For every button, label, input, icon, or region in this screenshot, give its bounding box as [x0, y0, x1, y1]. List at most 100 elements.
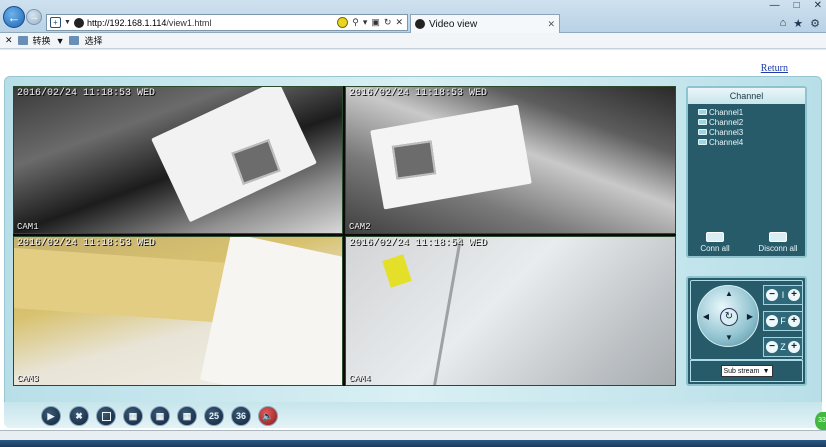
compatibility-icon[interactable]: [337, 17, 349, 28]
search-icon[interactable]: ⚲: [352, 17, 359, 28]
camera-view-1[interactable]: 2016/02/24 11:18:53 WED CAM1: [13, 86, 343, 234]
arrow-left-icon: ←: [7, 9, 21, 25]
iris-control: − I +: [763, 285, 803, 305]
plus-icon[interactable]: +: [788, 315, 800, 327]
arrow-down-icon[interactable]: ▼: [724, 333, 734, 343]
chevron-down-icon[interactable]: ▾: [363, 17, 368, 28]
speaker-mute-icon: 🔈: [262, 410, 274, 421]
disconn-all-button[interactable]: Disconn all: [753, 232, 803, 253]
layout-1-icon: [101, 411, 111, 421]
return-link[interactable]: Return: [761, 63, 788, 74]
refresh-icon[interactable]: ↻: [384, 17, 392, 28]
scene-object: [382, 254, 412, 288]
camera-view-2[interactable]: 2016/02/24 11:18:53 WED CAM2: [345, 86, 676, 234]
star-icon[interactable]: ★: [793, 17, 803, 30]
channel-item-1[interactable]: Channel1: [698, 107, 805, 117]
maximize-icon[interactable]: □: [794, 0, 800, 11]
chevron-down-icon[interactable]: ▼: [64, 19, 71, 26]
camera-timestamp: 2016/02/24 11:18:53 WED: [17, 238, 156, 249]
site-icon: +: [50, 17, 61, 28]
conn-all-button[interactable]: Conn all: [690, 232, 740, 253]
browser-status-bar: [0, 430, 826, 440]
arrow-right-icon: →: [29, 11, 39, 23]
stream-select[interactable]: Sub stream ▼: [720, 365, 773, 377]
scene-object: [14, 247, 226, 323]
home-icon[interactable]: ⌂: [780, 17, 787, 30]
camera-timestamp: 2016/02/24 11:18:53 WED: [17, 88, 156, 99]
record-button[interactable]: ▶: [41, 406, 61, 426]
notification-badge[interactable]: 33: [815, 412, 826, 430]
url-text[interactable]: http://192.168.1.114/view1.html: [87, 18, 337, 28]
camera-timestamp: 2016/02/24 11:18:53 WED: [349, 88, 488, 99]
layout-4-button[interactable]: ▦: [123, 406, 143, 426]
layout-16-button[interactable]: ▦: [177, 406, 197, 426]
camera-label: CAM3: [17, 374, 39, 384]
page-favicon-icon: [73, 17, 84, 28]
connect-icon: [706, 232, 724, 242]
ptz-panel: ▲ ▼ ◀ ▶ ↻ − I + − F + − Z + Sub stream ▼: [686, 276, 807, 386]
camera-label: CAM1: [17, 222, 39, 232]
camera-view-3[interactable]: 2016/02/24 11:18:53 WED CAM3: [13, 236, 343, 386]
select-button[interactable]: 选择: [84, 34, 102, 47]
clapper-icon: ▶: [47, 410, 55, 421]
layout-1-button[interactable]: [96, 406, 116, 426]
minus-icon[interactable]: −: [766, 315, 778, 327]
minus-icon[interactable]: −: [766, 289, 778, 301]
tab-video-view[interactable]: Video view ✕: [410, 14, 560, 33]
tab-favicon-icon: [415, 19, 425, 29]
layout-4-icon: ▦: [128, 410, 138, 421]
scene-object: [200, 237, 342, 385]
layout-36-button[interactable]: 36: [231, 406, 251, 426]
camera-icon: [698, 109, 707, 115]
channel-panel: Channel Channel1 Channel2 Channel3 Chann…: [686, 86, 807, 258]
channel-list: Channel1 Channel2 Channel3 Channel4: [688, 104, 805, 147]
channel-panel-title: Channel: [688, 88, 805, 104]
layout-9-button[interactable]: ▦: [150, 406, 170, 426]
gear-icon[interactable]: ⚙: [810, 17, 820, 30]
convert-icon: [17, 36, 28, 45]
camera-icon: [698, 119, 707, 125]
convert-button[interactable]: 转换: [33, 34, 51, 47]
scene-object: [432, 237, 463, 385]
camera-icon: [698, 139, 707, 145]
browser-chrome: ← → + ▼ http://192.168.1.114/view1.html …: [0, 0, 826, 33]
os-taskbar: [0, 440, 826, 447]
layout-25-button[interactable]: 25: [204, 406, 224, 426]
chevron-down-icon[interactable]: ▼: [56, 36, 65, 46]
arrow-left-icon[interactable]: ◀: [701, 312, 711, 322]
camera-view-4[interactable]: 2016/02/24 11:18:54 WED CAM4: [345, 236, 676, 386]
close-icon[interactable]: ✕: [5, 35, 13, 46]
camera-icon: [698, 129, 707, 135]
tab-title: Video view: [429, 18, 478, 30]
mute-button[interactable]: 🔈: [258, 406, 278, 426]
tools-icon: ✖: [75, 410, 83, 421]
auto-rotate-icon[interactable]: ↻: [720, 308, 738, 326]
command-bar: ✕ 转换 ▼ 选择: [0, 33, 826, 49]
channel-item-4[interactable]: Channel4: [698, 137, 805, 147]
plus-icon[interactable]: +: [788, 341, 800, 353]
zoom-control: − Z +: [763, 337, 803, 357]
layout-9-icon: ▦: [155, 410, 165, 421]
forward-button[interactable]: →: [26, 9, 42, 25]
focus-control: − F +: [763, 311, 803, 331]
bottom-toolbar: ▶ ✖ ▦ ▦ ▦ 25 36 🔈: [4, 402, 822, 428]
minimize-icon[interactable]: —: [770, 0, 780, 11]
back-button[interactable]: ←: [3, 6, 25, 28]
settings-button[interactable]: ✖: [69, 406, 89, 426]
close-icon[interactable]: ✕: [395, 17, 403, 28]
lock-icon[interactable]: ▣: [371, 17, 380, 28]
arrow-up-icon[interactable]: ▲: [724, 289, 734, 299]
channel-item-3[interactable]: Channel3: [698, 127, 805, 137]
camera-label: CAM4: [349, 374, 371, 384]
plus-icon[interactable]: +: [787, 289, 800, 301]
arrow-right-icon[interactable]: ▶: [745, 312, 755, 322]
camera-label: CAM2: [349, 222, 371, 232]
disconnect-icon: [769, 232, 787, 242]
window-close-icon[interactable]: ✕: [814, 0, 822, 11]
channel-item-2[interactable]: Channel2: [698, 117, 805, 127]
stream-bar: Sub stream ▼: [690, 360, 803, 382]
address-bar[interactable]: + ▼ http://192.168.1.114/view1.html ⚲ ▾ …: [46, 14, 408, 31]
tab-close-icon[interactable]: ✕: [547, 19, 555, 30]
browser-icons: ⌂ ★ ⚙: [780, 17, 820, 30]
minus-icon[interactable]: −: [766, 341, 778, 353]
